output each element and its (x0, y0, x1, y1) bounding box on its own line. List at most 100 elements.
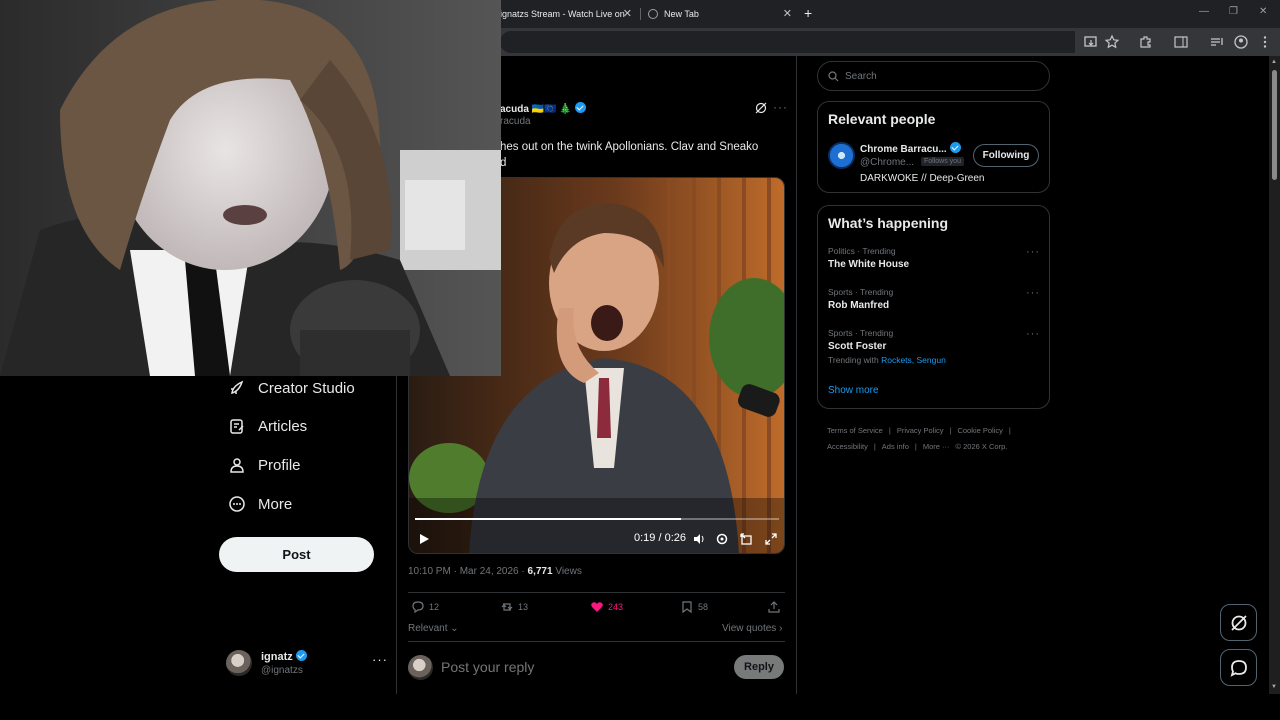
trending-with-links[interactable]: Rockets, Sengun (881, 355, 946, 365)
footer-sep: | (888, 426, 891, 435)
nav-profile[interactable]: Profile (228, 450, 301, 480)
column-divider (796, 56, 797, 694)
grok-icon[interactable] (755, 102, 767, 114)
messages-button[interactable] (1220, 649, 1257, 686)
trending-with-label: Trending with (828, 355, 882, 365)
bookmark-star-icon[interactable] (1104, 34, 1120, 50)
reply-input[interactable] (441, 657, 701, 677)
video-progress-fill (415, 518, 681, 520)
reply-button[interactable]: Reply (734, 655, 784, 679)
view-quotes-link[interactable]: View quotes › (722, 623, 782, 634)
scroll-thumb[interactable] (1272, 70, 1277, 180)
search-icon (828, 70, 839, 81)
repost-action[interactable]: 13 (500, 600, 528, 614)
picture-in-picture-icon[interactable] (739, 532, 753, 546)
fullscreen-icon[interactable] (764, 532, 778, 546)
volume-icon[interactable] (692, 532, 706, 546)
footer-sep: | (1008, 426, 1011, 435)
footer-sep: | (873, 442, 876, 451)
settings-gear-icon[interactable] (715, 532, 729, 546)
repost-icon (501, 603, 513, 611)
show-more-link[interactable]: Show more (828, 385, 879, 396)
page-scrollbar[interactable]: ▲ ▼ (1269, 56, 1280, 694)
nav-more[interactable]: More (228, 489, 292, 519)
person-handle[interactable]: @Chrome... (860, 157, 914, 168)
tweet-author-name-row[interactable]: acuda 🇺🇦🇪🇺 🎄 (500, 102, 586, 115)
tab-close-icon[interactable]: ✕ (623, 7, 632, 20)
like-action[interactable]: 243 (590, 600, 623, 614)
footer-link[interactable]: Accessibility (827, 442, 868, 451)
new-tab-button[interactable]: + (804, 5, 812, 21)
reply-sort-dropdown[interactable]: Relevant ⌄ (408, 623, 459, 634)
chat-bubble-icon (1230, 659, 1247, 677)
footer-link[interactable]: Terms of Service (827, 426, 883, 435)
footer-link[interactable]: Privacy Policy (897, 426, 944, 435)
menu-kebab-icon[interactable] (1257, 34, 1273, 50)
nav-articles[interactable]: Articles (228, 411, 307, 441)
trend-more-icon[interactable]: ··· (1026, 328, 1040, 340)
views-count: 6,771 (527, 566, 553, 577)
footer-line: Accessibility | Ads info | More ··· © 2026 X … (827, 439, 1047, 455)
footer-link[interactable]: More ··· (923, 442, 950, 451)
extensions-icon[interactable] (1138, 34, 1154, 50)
address-bar[interactable] (500, 31, 1075, 53)
scroll-up-icon[interactable]: ▲ (1271, 59, 1277, 65)
nav-creator-studio[interactable]: Creator Studio (228, 373, 355, 403)
avatar[interactable] (828, 142, 855, 169)
webcam-overlay (0, 0, 501, 376)
sidepanel-icon[interactable] (1173, 34, 1189, 50)
screen: ignatzs Stream - Watch Live on ✕ New Tab… (0, 0, 1280, 720)
video-progress-bar[interactable] (415, 518, 779, 520)
nav-label: Creator Studio (258, 379, 355, 397)
share-action[interactable] (767, 600, 785, 614)
account-switcher[interactable]: ignatz @ignatzs ··· (226, 648, 388, 682)
heart-filled-icon (591, 602, 603, 612)
trend-item[interactable]: Sports · Trending Scott Foster Trending … (828, 328, 1040, 365)
tweet-author-handle[interactable]: racuda (500, 116, 531, 127)
tweet-text-line: d (500, 157, 507, 169)
person-name: Chrome Barracu... (860, 144, 947, 155)
footer-link[interactable]: Ads info (882, 442, 909, 451)
search-input[interactable] (845, 70, 1035, 82)
account-more-icon[interactable]: ··· (372, 652, 388, 667)
reply-action[interactable]: 12 (411, 600, 439, 614)
footer-link[interactable]: Cookie Policy (957, 426, 1002, 435)
bookmark-action[interactable]: 58 (680, 600, 708, 614)
trend-title: The White House (828, 259, 910, 270)
tab-new-tab[interactable]: New Tab ✕ (648, 4, 792, 24)
trend-item[interactable]: Politics · Trending The White House ··· (828, 246, 1040, 270)
window-close-icon[interactable]: ✕ (1259, 6, 1267, 17)
scroll-down-icon[interactable]: ▼ (1271, 684, 1277, 690)
trend-more-icon[interactable]: ··· (1026, 246, 1040, 258)
verified-badge-icon (949, 142, 961, 153)
play-icon[interactable] (417, 532, 431, 546)
trend-more-icon[interactable]: ··· (1026, 287, 1040, 299)
search-box[interactable] (817, 61, 1050, 91)
trending-with: Trending with Rockets, Sengun (828, 355, 1040, 365)
tweet-more-icon[interactable]: ··· (773, 100, 788, 114)
relevant-people-card: Relevant people Chrome Barracu... @Chrom… (817, 101, 1050, 193)
person-bio: DARKWOKE // Deep-Green (860, 173, 985, 184)
grok-button[interactable] (1220, 604, 1257, 641)
minimize-icon[interactable]: — (1199, 6, 1209, 17)
globe-icon (648, 9, 658, 19)
tweet-timestamp[interactable]: 10:10 PM · Mar 24, 2026 · (408, 566, 528, 577)
tab-close-icon[interactable]: ✕ (783, 7, 792, 20)
trend-title: Scott Foster (828, 341, 887, 352)
following-button[interactable]: Following (973, 144, 1039, 167)
tab-separator (640, 8, 641, 20)
bookmark-count: 58 (698, 602, 709, 612)
tab-stream[interactable]: ignatzs Stream - Watch Live on ✕ (500, 4, 632, 24)
media-controls-icon[interactable] (1209, 34, 1225, 50)
article-icon (230, 419, 244, 434)
card-title: What’s happening (828, 215, 949, 231)
restore-icon[interactable]: ❐ (1229, 6, 1238, 17)
profile-avatar-icon[interactable] (1233, 34, 1249, 50)
video-time: 0:19 / 0:26 (634, 532, 686, 544)
trend-category: Sports · Trending (828, 287, 894, 297)
person-name-row[interactable]: Chrome Barracu... (860, 142, 961, 155)
post-button[interactable]: Post (219, 537, 374, 572)
trend-item[interactable]: Sports · Trending Rob Manfred ··· (828, 287, 1040, 311)
install-app-icon[interactable] (1083, 34, 1099, 50)
avatar (226, 650, 252, 676)
